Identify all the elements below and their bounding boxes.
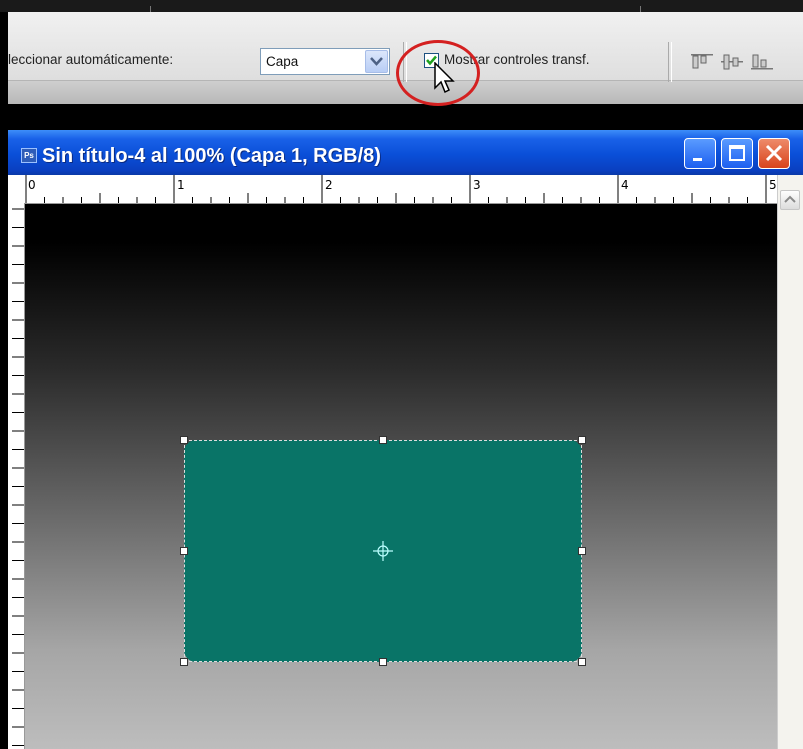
horizontal-ruler-ticks xyxy=(25,175,767,203)
scroll-up-icon xyxy=(784,195,796,203)
transform-handle[interactable] xyxy=(578,658,586,666)
align-top-icon[interactable] xyxy=(690,52,714,72)
options-bar: leccionar automáticamente: Capa Mostrar … xyxy=(8,12,803,106)
photoshop-document-icon: Ps xyxy=(21,148,37,163)
transform-handle[interactable] xyxy=(180,658,188,666)
vertical-scrollbar[interactable] xyxy=(777,175,803,749)
align-vcenter-icon[interactable] xyxy=(720,52,744,72)
autoselect-value: Capa xyxy=(266,54,299,69)
autoselect-dropdown[interactable]: Capa xyxy=(260,48,390,75)
minimize-button[interactable] xyxy=(684,138,716,169)
vertical-ruler-ticks xyxy=(12,208,24,746)
menu-strip xyxy=(0,0,803,12)
toolbar-separator xyxy=(668,42,672,82)
mouse-pointer-icon xyxy=(434,62,455,94)
transform-handle[interactable] xyxy=(578,547,586,555)
ruler-label: 4 xyxy=(621,178,629,192)
close-icon xyxy=(765,144,783,162)
ruler-label: 5 xyxy=(769,178,777,192)
center-pivot-icon[interactable] xyxy=(372,540,394,562)
autoselect-label: leccionar automáticamente: xyxy=(8,52,174,67)
align-bottom-icon[interactable] xyxy=(750,52,774,72)
transform-handle[interactable] xyxy=(379,658,387,666)
scroll-up-button[interactable] xyxy=(780,190,800,210)
ruler-label: 1 xyxy=(177,178,185,192)
document-title-bar[interactable]: Ps Sin título-4 al 100% (Capa 1, RGB/8) xyxy=(8,130,803,175)
maximize-icon xyxy=(729,145,745,161)
transform-handle[interactable] xyxy=(180,436,188,444)
minimize-icon xyxy=(693,158,702,161)
chevron-down-icon xyxy=(370,57,383,66)
document-canvas[interactable] xyxy=(25,204,777,749)
horizontal-ruler[interactable]: 0 1 2 3 4 5 xyxy=(8,175,788,204)
close-button[interactable] xyxy=(758,138,790,169)
ruler-label: 0 xyxy=(28,178,36,192)
ruler-label: 2 xyxy=(325,178,333,192)
document-title: Sin título-4 al 100% (Capa 1, RGB/8) xyxy=(42,145,381,167)
transform-handle[interactable] xyxy=(578,436,586,444)
screen-frame xyxy=(0,0,8,749)
transform-handle[interactable] xyxy=(379,436,387,444)
ruler-label: 3 xyxy=(473,178,481,192)
maximize-button[interactable] xyxy=(721,138,753,169)
transform-handle[interactable] xyxy=(180,547,188,555)
dropdown-button[interactable] xyxy=(365,50,388,73)
vertical-ruler[interactable] xyxy=(8,203,25,749)
